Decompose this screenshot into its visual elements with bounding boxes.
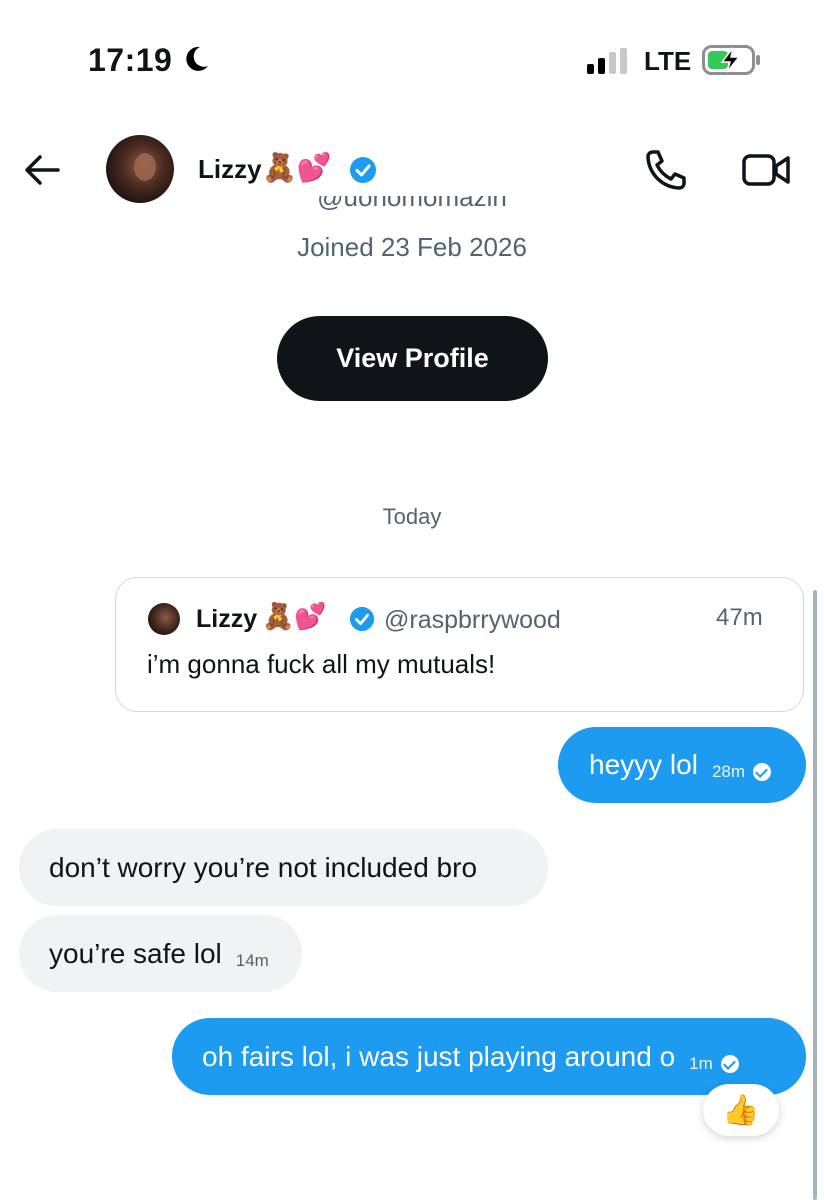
- joined-date: Joined 23 Feb 2026: [297, 232, 527, 262]
- verified-badge-icon: [349, 606, 375, 632]
- status-time: 17:19: [88, 42, 173, 78]
- quoted-tweet-card[interactable]: [115, 577, 804, 712]
- message-bubble-outgoing[interactable]: heyyy lol 28m: [558, 727, 806, 803]
- date-divider: Today: [382, 504, 442, 529]
- read-check-icon: [720, 1054, 739, 1073]
- quoted-tweet-emoji: 🧸💕: [262, 601, 327, 631]
- message-bubble-outgoing[interactable]: oh fairs lol, i was just playing around …: [172, 1018, 806, 1095]
- quoted-tweet-text: i’m gonna fuck all my mutuals!: [147, 649, 496, 679]
- message-reaction[interactable]: 👍: [703, 1084, 779, 1136]
- message-text: you’re safe lol: [49, 937, 222, 969]
- network-label: LTE: [644, 46, 692, 76]
- verified-badge-icon: [350, 157, 376, 183]
- quoted-tweet-time: 47m: [716, 604, 763, 631]
- view-profile-button[interactable]: View Profile: [277, 316, 548, 401]
- scrollbar[interactable]: [813, 590, 817, 1200]
- message-time: 28m: [711, 762, 746, 781]
- message-text: heyyy lol: [589, 749, 698, 780]
- profile-handle-cut: @uonomomazin: [317, 196, 507, 212]
- avatar[interactable]: [106, 135, 174, 203]
- message-text: don’t worry you’re not included bro: [49, 851, 478, 883]
- signal-icon: [587, 48, 627, 74]
- read-check-icon: [753, 763, 772, 781]
- message-bubble-incoming[interactable]: don’t worry you’re not included bro: [19, 829, 548, 906]
- message-bubble-incoming[interactable]: you’re safe lol 14m: [19, 915, 302, 992]
- name-emoji: 🧸💕: [262, 152, 332, 183]
- quoted-tweet-name: Lizzy: [196, 605, 258, 633]
- message-time: 14m: [235, 950, 269, 970]
- phone-icon[interactable]: [644, 148, 688, 192]
- quoted-tweet-avatar: [148, 603, 180, 635]
- conversation-name[interactable]: Lizzy: [198, 154, 262, 185]
- back-arrow-icon[interactable]: [22, 150, 62, 190]
- message-text: oh fairs lol, i was just playing around …: [202, 1040, 676, 1072]
- moon-icon: [186, 46, 208, 71]
- quoted-tweet-handle: @raspbrrywood: [384, 606, 561, 634]
- video-call-icon[interactable]: [742, 150, 790, 190]
- message-time: 1m: [689, 1053, 713, 1073]
- battery-charging-icon: [702, 45, 760, 75]
